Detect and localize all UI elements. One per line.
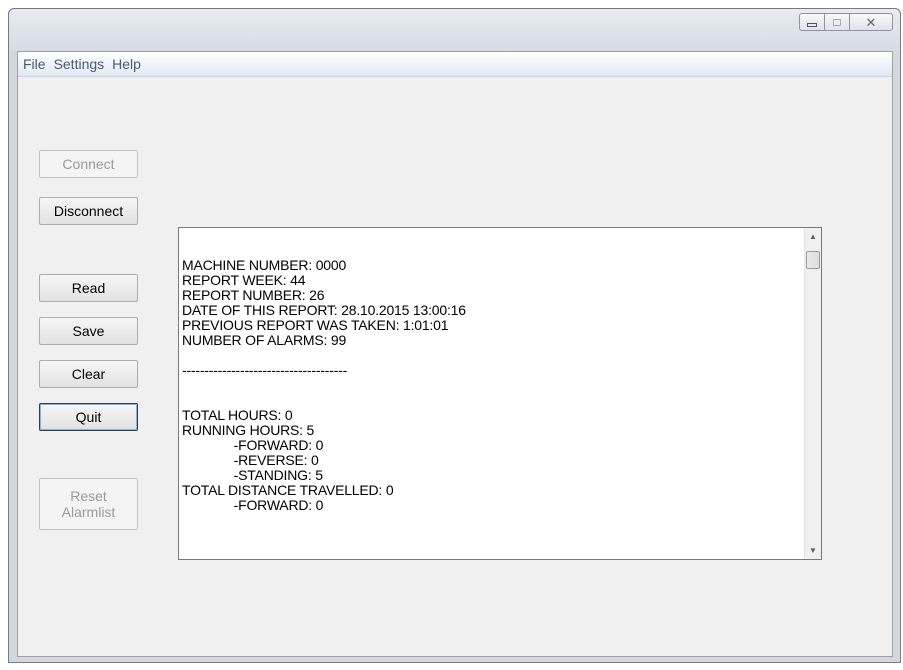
maximize-button[interactable]	[824, 13, 850, 31]
reset-alarmlist-button[interactable]: Reset Alarmlist	[39, 478, 138, 530]
menu-settings[interactable]: Settings	[50, 56, 109, 72]
menu-file[interactable]: File	[19, 56, 50, 72]
close-icon: ✕	[865, 14, 877, 30]
disconnect-button[interactable]: Disconnect	[39, 197, 138, 225]
scroll-down-icon[interactable]: ▼	[805, 542, 821, 559]
read-button[interactable]: Read	[39, 274, 138, 302]
minimize-icon	[807, 23, 817, 27]
maximize-icon	[833, 18, 841, 26]
caption-buttons: ✕	[799, 13, 893, 33]
close-button[interactable]: ✕	[849, 13, 893, 31]
save-button[interactable]: Save	[39, 317, 138, 345]
connect-button[interactable]: Connect	[39, 150, 138, 178]
report-text: MACHINE NUMBER: 0000 REPORT WEEK: 44 REP…	[182, 257, 466, 513]
client-area: File Settings Help Connect Disconnect Re…	[17, 51, 893, 657]
quit-button[interactable]: Quit	[39, 403, 138, 431]
minimize-button[interactable]	[799, 13, 825, 31]
app-window: ✕ File Settings Help Connect Disconnect …	[8, 8, 901, 663]
menu-bar: File Settings Help	[18, 52, 892, 77]
clear-button[interactable]: Clear	[39, 360, 138, 388]
scroll-up-icon[interactable]: ▲	[805, 228, 821, 245]
scroll-thumb[interactable]	[806, 251, 820, 269]
vertical-scrollbar[interactable]: ▲ ▼	[804, 228, 821, 559]
title-bar[interactable]: ✕	[9, 9, 900, 51]
menu-help[interactable]: Help	[108, 56, 145, 72]
report-textbox[interactable]: MACHINE NUMBER: 0000 REPORT WEEK: 44 REP…	[178, 227, 822, 560]
